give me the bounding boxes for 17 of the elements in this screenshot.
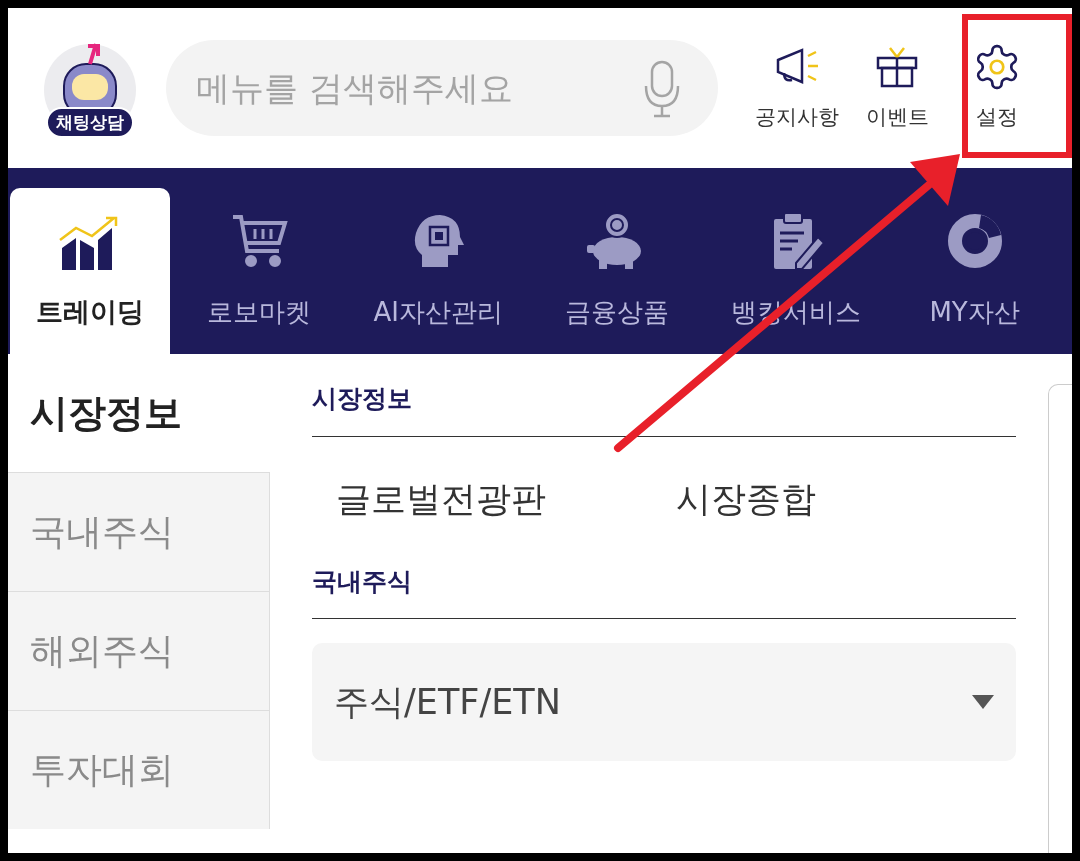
nav-tab[interactable]: 트레이딩: [10, 188, 170, 354]
nav-tab[interactable]: 금융상품: [527, 188, 707, 354]
section-title: 시장정보: [312, 380, 1016, 437]
nav-tab[interactable]: AI자산관리: [348, 188, 528, 354]
nav-tab[interactable]: MY자산: [885, 188, 1064, 354]
market-link[interactable]: 글로벌전광판: [336, 473, 546, 526]
chat-consult-badge[interactable]: 채팅상담: [46, 106, 134, 138]
dropdown-caret-icon: [972, 695, 994, 709]
market-link[interactable]: 시장종합: [676, 473, 816, 526]
header-action-button[interactable]: 이벤트: [854, 42, 940, 134]
microphone-icon[interactable]: [642, 58, 682, 118]
header-action-button[interactable]: 설정: [954, 42, 1040, 134]
market-dropdown[interactable]: 주식/ETF/ETN: [312, 643, 1016, 761]
section-title: 국내주식: [312, 562, 1016, 619]
nav-tab[interactable]: 로보마켓: [170, 188, 349, 354]
header-action-button[interactable]: 공지사항: [754, 42, 840, 134]
search-field[interactable]: 메뉴를 검색해주세요: [166, 40, 718, 136]
